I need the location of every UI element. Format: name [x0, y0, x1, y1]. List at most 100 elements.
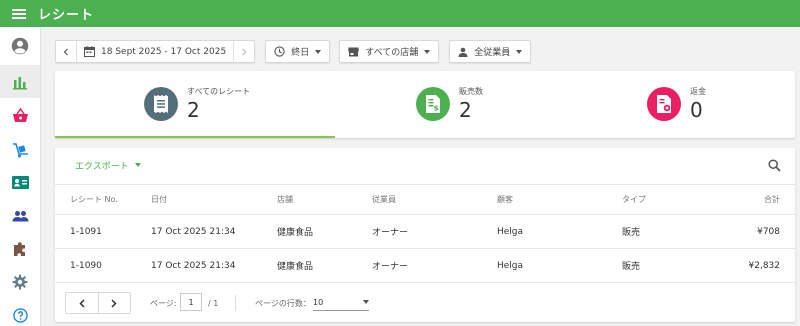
time-filter-label: 終日 [291, 48, 310, 58]
page-title: レシート [38, 8, 95, 23]
store-icon [348, 47, 360, 56]
total-cell: ¥2,832 [748, 260, 781, 271]
divider [235, 295, 236, 311]
column-header-date[interactable]: 日付 [151, 185, 167, 214]
date-range-label: 18 Sept 2025 - 17 Oct 2025 [101, 46, 227, 57]
all-receipts-tab[interactable]: すべてのレシート 2 [144, 71, 344, 138]
sidebar-item-customers[interactable] [0, 199, 40, 232]
search-button[interactable] [765, 156, 783, 174]
chevron-right-icon [111, 298, 118, 308]
basket-icon [12, 108, 28, 122]
store-cell: 健康食品 [277, 228, 314, 238]
rows-per-page-select[interactable]: 10 [313, 294, 369, 311]
page-label: ページ: [150, 298, 177, 308]
sales-label: 販売数 [459, 87, 483, 96]
column-header-type[interactable]: タイプ [622, 185, 646, 214]
svg-text:$: $ [434, 105, 439, 113]
sidebar-item-settings[interactable] [0, 265, 40, 298]
total-cell: ¥708 [757, 226, 780, 237]
app-bar: レシート [0, 0, 800, 27]
sales-count: 2 [459, 98, 472, 122]
column-header-store[interactable]: 店舗 [277, 185, 293, 214]
chevron-left-icon [63, 48, 68, 55]
date-cell: 17 Oct 2025 21:34 [151, 260, 236, 271]
account-circle-icon [11, 37, 29, 54]
receipt-no-cell: 1-1090 [70, 260, 102, 271]
sidebar-item-account[interactable] [0, 29, 40, 62]
sidebar-item-reports[interactable] [0, 65, 40, 98]
caret-down-icon [315, 49, 322, 54]
receipt-icon [144, 87, 178, 121]
active-tab-indicator [55, 136, 335, 138]
filter-bar: 18 Sept 2025 - 17 Oct 2025 終日 すべての店舗 全従業… [55, 40, 532, 63]
all-receipts-count: 2 [187, 98, 200, 122]
caret-down-icon [134, 163, 141, 167]
id-card-icon [11, 176, 29, 189]
menu-icon[interactable] [0, 0, 38, 27]
all-receipts-label: すべてのレシート [187, 87, 251, 96]
caret-down-icon [424, 49, 431, 54]
employee-cell: オーナー [372, 262, 409, 272]
date-cell: 17 Oct 2025 21:34 [151, 226, 236, 237]
gear-icon [12, 274, 28, 289]
receipts-table-card: エクスポート レシート No. 日付 店舗 従業員 顧客 タイプ 合計 1-10… [55, 148, 795, 322]
sidebar [0, 27, 41, 326]
page-nav-buttons [65, 292, 131, 314]
date-range-picker: 18 Sept 2025 - 17 Oct 2025 [55, 40, 256, 63]
type-cell: 販売 [622, 228, 641, 238]
refunds-tab[interactable]: 返金 0 [647, 71, 787, 138]
receipt-no-cell: 1-1091 [70, 226, 102, 237]
table-header: レシート No. 日付 店舗 従業員 顧客 タイプ 合計 [55, 184, 795, 215]
sales-tab[interactable]: $ 販売数 2 [416, 71, 576, 138]
page-total: / 1 [208, 298, 219, 308]
time-filter-button[interactable]: 終日 [265, 40, 331, 63]
store-filter-button[interactable]: すべての店舗 [339, 40, 440, 63]
chevron-right-icon [242, 48, 247, 55]
type-cell: 販売 [622, 262, 641, 272]
customer-cell: Helga [497, 226, 524, 237]
page-number-input[interactable]: 1 [180, 293, 202, 311]
person-icon [458, 47, 468, 57]
dolly-icon [12, 142, 28, 157]
date-range-button[interactable]: 18 Sept 2025 - 17 Oct 2025 [76, 41, 235, 62]
sidebar-item-integrations[interactable] [0, 232, 40, 265]
refunds-label: 返金 [690, 87, 706, 96]
sidebar-item-inventory[interactable] [0, 133, 40, 166]
caret-down-icon [516, 49, 523, 54]
customer-cell: Helga [497, 260, 524, 271]
column-header-customer[interactable]: 顧客 [497, 185, 513, 214]
caret-down-icon [363, 300, 369, 304]
prev-period-button[interactable] [56, 41, 76, 62]
puzzle-icon [14, 241, 25, 256]
rows-per-page-label: ページの行数： [255, 298, 311, 308]
store-cell: 健康食品 [277, 262, 314, 272]
export-label: エクスポート [75, 161, 129, 172]
employee-filter-label: 全従業員 [474, 48, 511, 58]
summary-card: すべてのレシート 2 $ 販売数 2 返金 0 [55, 71, 795, 138]
column-header-total[interactable]: 合計 [764, 185, 780, 214]
next-page-button[interactable] [97, 293, 130, 313]
search-icon [767, 158, 781, 172]
table-row[interactable]: 1-1090 17 Oct 2025 21:34 健康食品 オーナー Helga… [55, 249, 795, 283]
next-period-button[interactable] [234, 41, 254, 62]
clock-icon [274, 46, 285, 57]
sidebar-item-employees[interactable] [0, 166, 40, 199]
employee-cell: オーナー [372, 228, 409, 238]
sales-receipt-icon: $ [416, 87, 450, 121]
refund-receipt-icon [647, 87, 681, 121]
sidebar-item-help[interactable] [0, 299, 40, 326]
pagination: ページ: 1 / 1 ページの行数： 10 [55, 284, 795, 322]
export-button[interactable]: エクスポート [75, 156, 141, 174]
refunds-count: 0 [690, 98, 703, 122]
employee-filter-button[interactable]: 全従業員 [449, 40, 532, 63]
rows-per-page-value: 10 [313, 297, 324, 307]
store-filter-label: すべての店舗 [365, 48, 419, 58]
sidebar-item-sales[interactable] [0, 99, 40, 132]
column-header-receipt-no[interactable]: レシート No. [70, 185, 118, 214]
people-icon [12, 210, 28, 221]
table-row[interactable]: 1-1091 17 Oct 2025 21:34 健康食品 オーナー Helga… [55, 215, 795, 249]
chevron-left-icon [79, 298, 85, 308]
column-header-employee[interactable]: 従業員 [372, 185, 396, 214]
calendar-icon [84, 46, 95, 57]
prev-page-button[interactable] [66, 293, 98, 313]
